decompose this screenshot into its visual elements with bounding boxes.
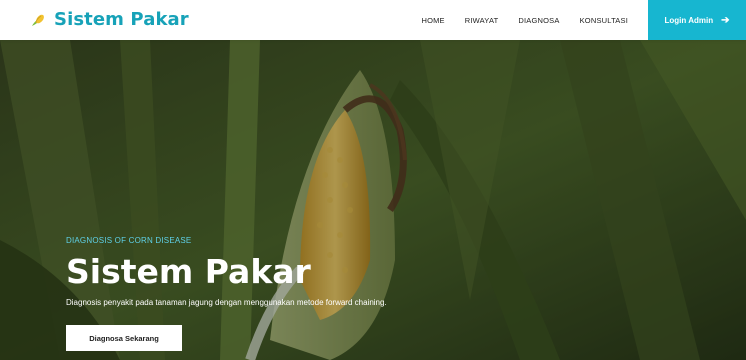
- login-admin-label: Login Admin: [664, 15, 714, 25]
- arrow-right-icon: ➔: [721, 14, 730, 26]
- nav-home[interactable]: HOME: [421, 16, 444, 25]
- nav-menu: HOME RIWAYAT DIAGNOSA KONSULTASI: [421, 0, 628, 40]
- corn-icon: [32, 14, 44, 26]
- hero-overlay: [0, 40, 746, 360]
- navbar: Sistem Pakar HOME RIWAYAT DIAGNOSA KONSU…: [0, 0, 746, 40]
- nav-konsultasi[interactable]: KONSULTASI: [580, 16, 628, 25]
- brand-name: Sistem Pakar: [54, 9, 189, 30]
- hero-section: DIAGNOSIS OF CORN DISEASE Sistem Pakar D…: [0, 40, 746, 360]
- brand[interactable]: Sistem Pakar: [30, 9, 189, 30]
- nav-diagnosa[interactable]: DIAGNOSA: [518, 16, 559, 25]
- login-admin-button[interactable]: Login Admin ➔: [648, 0, 746, 40]
- hero-eyebrow: DIAGNOSIS OF CORN DISEASE: [66, 236, 192, 245]
- hero-description: Diagnosis penyakit pada tanaman jagung d…: [66, 298, 387, 307]
- hero-title: Sistem Pakar: [66, 252, 311, 291]
- nav-riwayat[interactable]: RIWAYAT: [465, 16, 499, 25]
- diagnosa-sekarang-button[interactable]: Diagnosa Sekarang: [66, 325, 182, 351]
